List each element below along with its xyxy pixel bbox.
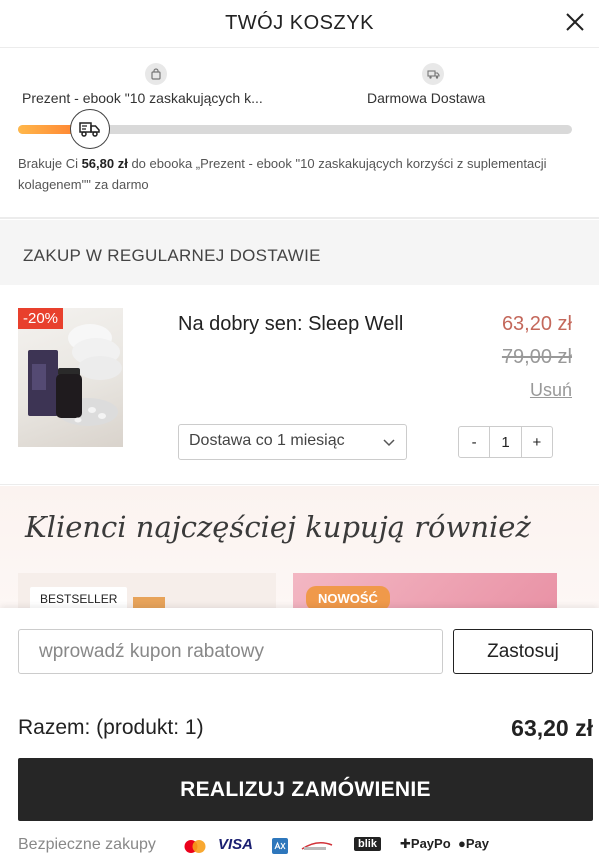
coupon-input[interactable] xyxy=(18,629,443,674)
recommendations-section: Klienci najczęściej kupują również BESTS… xyxy=(0,486,599,608)
payment-methods: Bezpieczne zakupy VISA blik ✚PayPo ●Pay xyxy=(18,834,593,856)
delivery-frequency-select[interactable]: Dostawa co 1 miesiąc xyxy=(178,424,407,460)
discount-badge: -20% xyxy=(18,308,64,329)
quantity-value: 1 xyxy=(489,427,522,457)
delivery-frequency-value: Dostawa co 1 miesiąc xyxy=(189,432,345,449)
gift-bag-icon xyxy=(145,63,167,85)
blik-logo: blik xyxy=(354,837,381,851)
old-price: 79,00 zł xyxy=(501,346,572,368)
cart-title: TWÓJ KOSZYK xyxy=(225,12,374,34)
apply-coupon-button[interactable]: Zastosuj xyxy=(453,629,593,674)
cart-header: TWÓJ KOSZYK xyxy=(0,0,599,48)
milestone-gift-label: Prezent - ebook "10 zaskakujących k... xyxy=(22,90,263,106)
secure-shopping-label: Bezpieczne zakupy xyxy=(18,836,156,853)
cart-item: -20% Na dobry sen: Sleep Well 63,20 zł 7… xyxy=(0,285,599,485)
total-value: 63,20 zł xyxy=(511,715,593,741)
reward-progress: Prezent - ebook "10 zaskakujących k... D… xyxy=(0,49,599,219)
progress-message: Brakuje Ci 56,80 zł do ebooka „Prezent -… xyxy=(18,156,547,192)
missing-amount: 56,80 zł xyxy=(81,156,128,171)
visa-logo: VISA xyxy=(218,836,254,853)
total-label: Razem: (produkt: 1) xyxy=(18,716,204,739)
quantity-stepper[interactable]: - 1 + xyxy=(458,426,553,458)
truck-progress-icon xyxy=(70,109,110,149)
increase-quantity-button[interactable]: + xyxy=(522,427,552,457)
truck-icon xyxy=(422,63,444,85)
bestseller-badge: BESTSELLER xyxy=(30,587,128,608)
product-image[interactable]: -20% xyxy=(18,308,123,447)
new-badge: NOWOŚĆ xyxy=(306,586,390,608)
recommendations-title: Klienci najczęściej kupują również xyxy=(25,510,531,544)
mastercard-icon xyxy=(184,840,206,853)
section-title: ZAKUP W REGULARNEJ DOSTAWIE xyxy=(23,246,321,265)
milestone-shipping-label: Darmowa Dostawa xyxy=(367,90,486,106)
chevron-down-icon xyxy=(383,439,395,447)
current-price: 63,20 zł xyxy=(501,313,572,335)
close-icon[interactable] xyxy=(563,10,587,34)
section-header: ZAKUP W REGULARNEJ DOSTAWIE xyxy=(0,220,599,285)
remove-item-link[interactable]: Usuń xyxy=(530,380,572,401)
przelewy24-icon xyxy=(301,842,333,850)
cart-footer: Zastosuj Razem: (produkt: 1) 63,20 zł RE… xyxy=(0,608,599,856)
apple-pay-logo: ●Pay xyxy=(458,836,489,851)
product-name[interactable]: Na dobry sen: Sleep Well xyxy=(178,313,403,336)
american-express-icon xyxy=(272,838,288,854)
product-thumbnail xyxy=(133,597,165,608)
checkout-button[interactable]: REALIZUJ ZAMÓWIENIE xyxy=(18,758,593,821)
decrease-quantity-button[interactable]: - xyxy=(459,427,489,457)
paypo-logo: ✚PayPo xyxy=(400,836,451,851)
